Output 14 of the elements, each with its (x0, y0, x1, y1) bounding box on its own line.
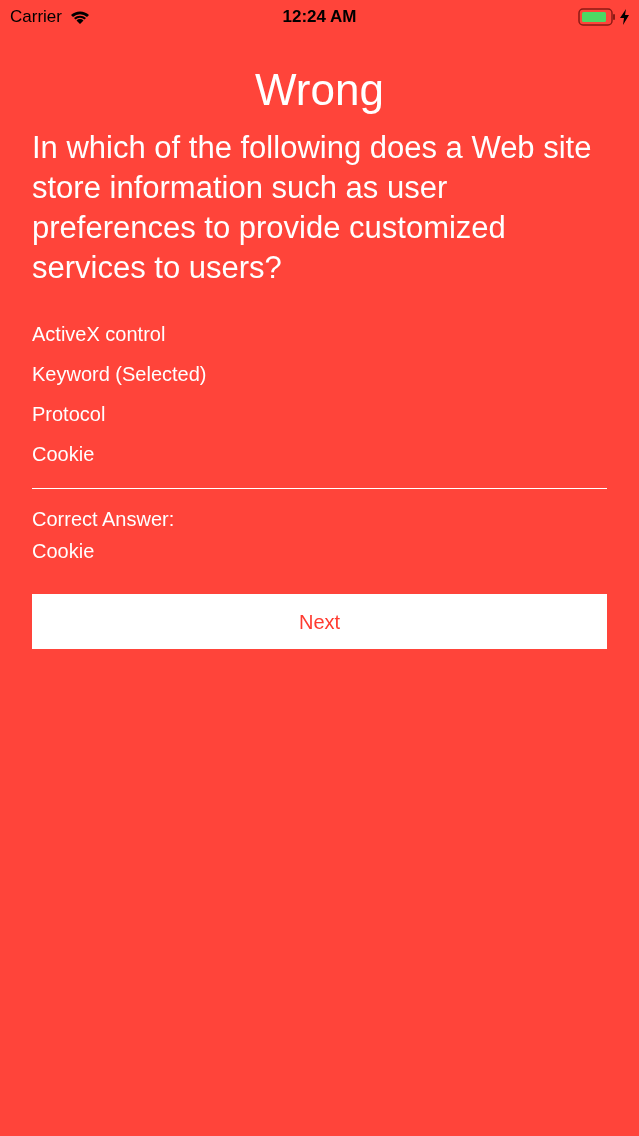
answer-option[interactable]: ActiveX control (32, 314, 607, 354)
question-text: In which of the following does a Web site store information such as user preferences to provide customized services to users? (32, 129, 593, 287)
wifi-icon (69, 10, 90, 24)
answer-option[interactable]: Keyword (Selected) (32, 354, 607, 394)
correct-answer-value: Cookie (32, 539, 96, 564)
answer-option[interactable]: Protocol (32, 394, 607, 434)
result-title: Wrong (254, 64, 385, 116)
battery-icon (578, 8, 616, 26)
next-button[interactable]: Next (32, 594, 607, 649)
charging-bolt-icon (620, 9, 629, 25)
answer-option[interactable]: Cookie (32, 434, 607, 474)
carrier-label: Carrier (10, 6, 62, 29)
correct-answer-label: Correct Answer: (32, 507, 176, 532)
clock-time: 12:24 AM (282, 6, 357, 29)
